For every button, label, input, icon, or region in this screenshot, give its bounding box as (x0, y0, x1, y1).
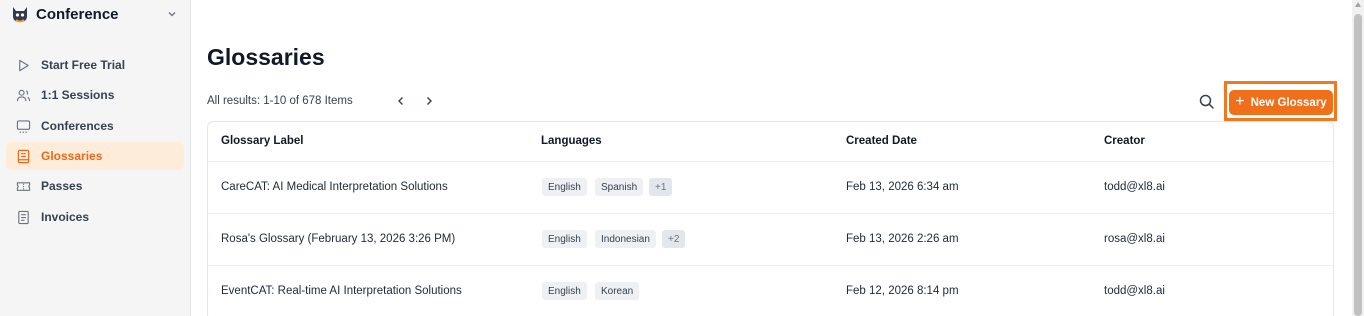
glossaries-table: Glossary Label Languages Created Date Cr… (207, 121, 1334, 316)
creator: rosa@xl8.ai (1104, 233, 1165, 245)
next-page-button[interactable] (421, 93, 437, 109)
sidebar-item-glossaries[interactable]: Glossaries (6, 142, 184, 170)
sidebar-item-sessions[interactable]: 1:1 Sessions (6, 81, 184, 109)
page-scrollbar[interactable] (1352, 0, 1364, 316)
chevron-down-icon[interactable] (166, 8, 178, 20)
workspace-switcher[interactable]: Conference (10, 3, 182, 25)
book-icon (17, 149, 30, 163)
sidebar-item-label: Start Free Trial (41, 58, 126, 72)
language-tag: Spanish (595, 178, 644, 196)
previous-page-button[interactable] (393, 93, 409, 109)
monitor-icon (16, 119, 31, 133)
creator: todd@xl8.ai (1104, 285, 1165, 297)
glossary-label[interactable]: EventCAT: Real-time AI Interpretation So… (221, 285, 462, 297)
page-title: Glossaries (207, 44, 325, 70)
plus-icon: + (1235, 92, 1245, 110)
sidebar-item-label: Glossaries (41, 149, 103, 163)
workspace-name: Conference (36, 5, 119, 23)
scrollbar-thumb[interactable] (1354, 14, 1362, 316)
document-icon (18, 210, 29, 224)
sidebar-item-conferences[interactable]: Conferences (6, 112, 184, 140)
users-icon (16, 89, 31, 101)
column-header-languages[interactable]: Languages (541, 135, 602, 147)
new-glossary-button[interactable]: + New Glossary (1229, 90, 1333, 115)
glossary-label[interactable]: Rosa's Glossary (February 13, 2026 3:26 … (221, 233, 455, 245)
language-tag: English (542, 178, 587, 196)
language-tag: English (542, 282, 587, 300)
results-count: All results: 1-10 of 678 Items (207, 95, 353, 107)
ticket-icon (16, 181, 31, 191)
sidebar: Conference Start Free Trial 1:1 Sessions… (0, 0, 191, 316)
creator: todd@xl8.ai (1104, 181, 1165, 193)
created-date: Feb 12, 2026 8:14 pm (846, 285, 959, 297)
sidebar-item-passes[interactable]: Passes (6, 172, 184, 200)
column-header-created-date[interactable]: Created Date (846, 135, 917, 147)
sidebar-item-label: 1:1 Sessions (41, 88, 115, 102)
language-tag: Indonesian (595, 230, 656, 248)
glossary-label[interactable]: CareCAT: AI Medical Interpretation Solut… (221, 181, 448, 193)
sidebar-item-label: Invoices (41, 210, 90, 224)
chevron-left-icon (398, 97, 403, 105)
column-header-creator[interactable]: Creator (1104, 135, 1145, 147)
created-date: Feb 13, 2026 2:26 am (846, 233, 959, 245)
sidebar-item-start-free-trial[interactable]: Start Free Trial (6, 51, 184, 79)
created-date: Feb 13, 2026 6:34 am (846, 181, 959, 193)
sidebar-item-invoices[interactable]: Invoices (6, 203, 184, 231)
more-languages-badge[interactable]: +2 (662, 230, 686, 248)
divider (208, 213, 1333, 214)
scroll-up-arrow-icon[interactable] (1355, 2, 1361, 7)
new-glossary-label: New Glossary (1250, 96, 1327, 109)
search-icon[interactable] (1198, 93, 1216, 111)
language-tag: Korean (595, 282, 640, 300)
play-icon (19, 59, 29, 71)
chevron-right-icon (427, 97, 432, 105)
divider (208, 161, 1333, 162)
more-languages-badge[interactable]: +1 (649, 178, 673, 196)
language-tag: English (542, 230, 587, 248)
column-header-label[interactable]: Glossary Label (221, 135, 303, 147)
divider (208, 265, 1333, 266)
sidebar-item-label: Passes (41, 179, 83, 193)
sidebar-item-label: Conferences (41, 119, 114, 133)
cat-logo-icon (13, 7, 27, 23)
